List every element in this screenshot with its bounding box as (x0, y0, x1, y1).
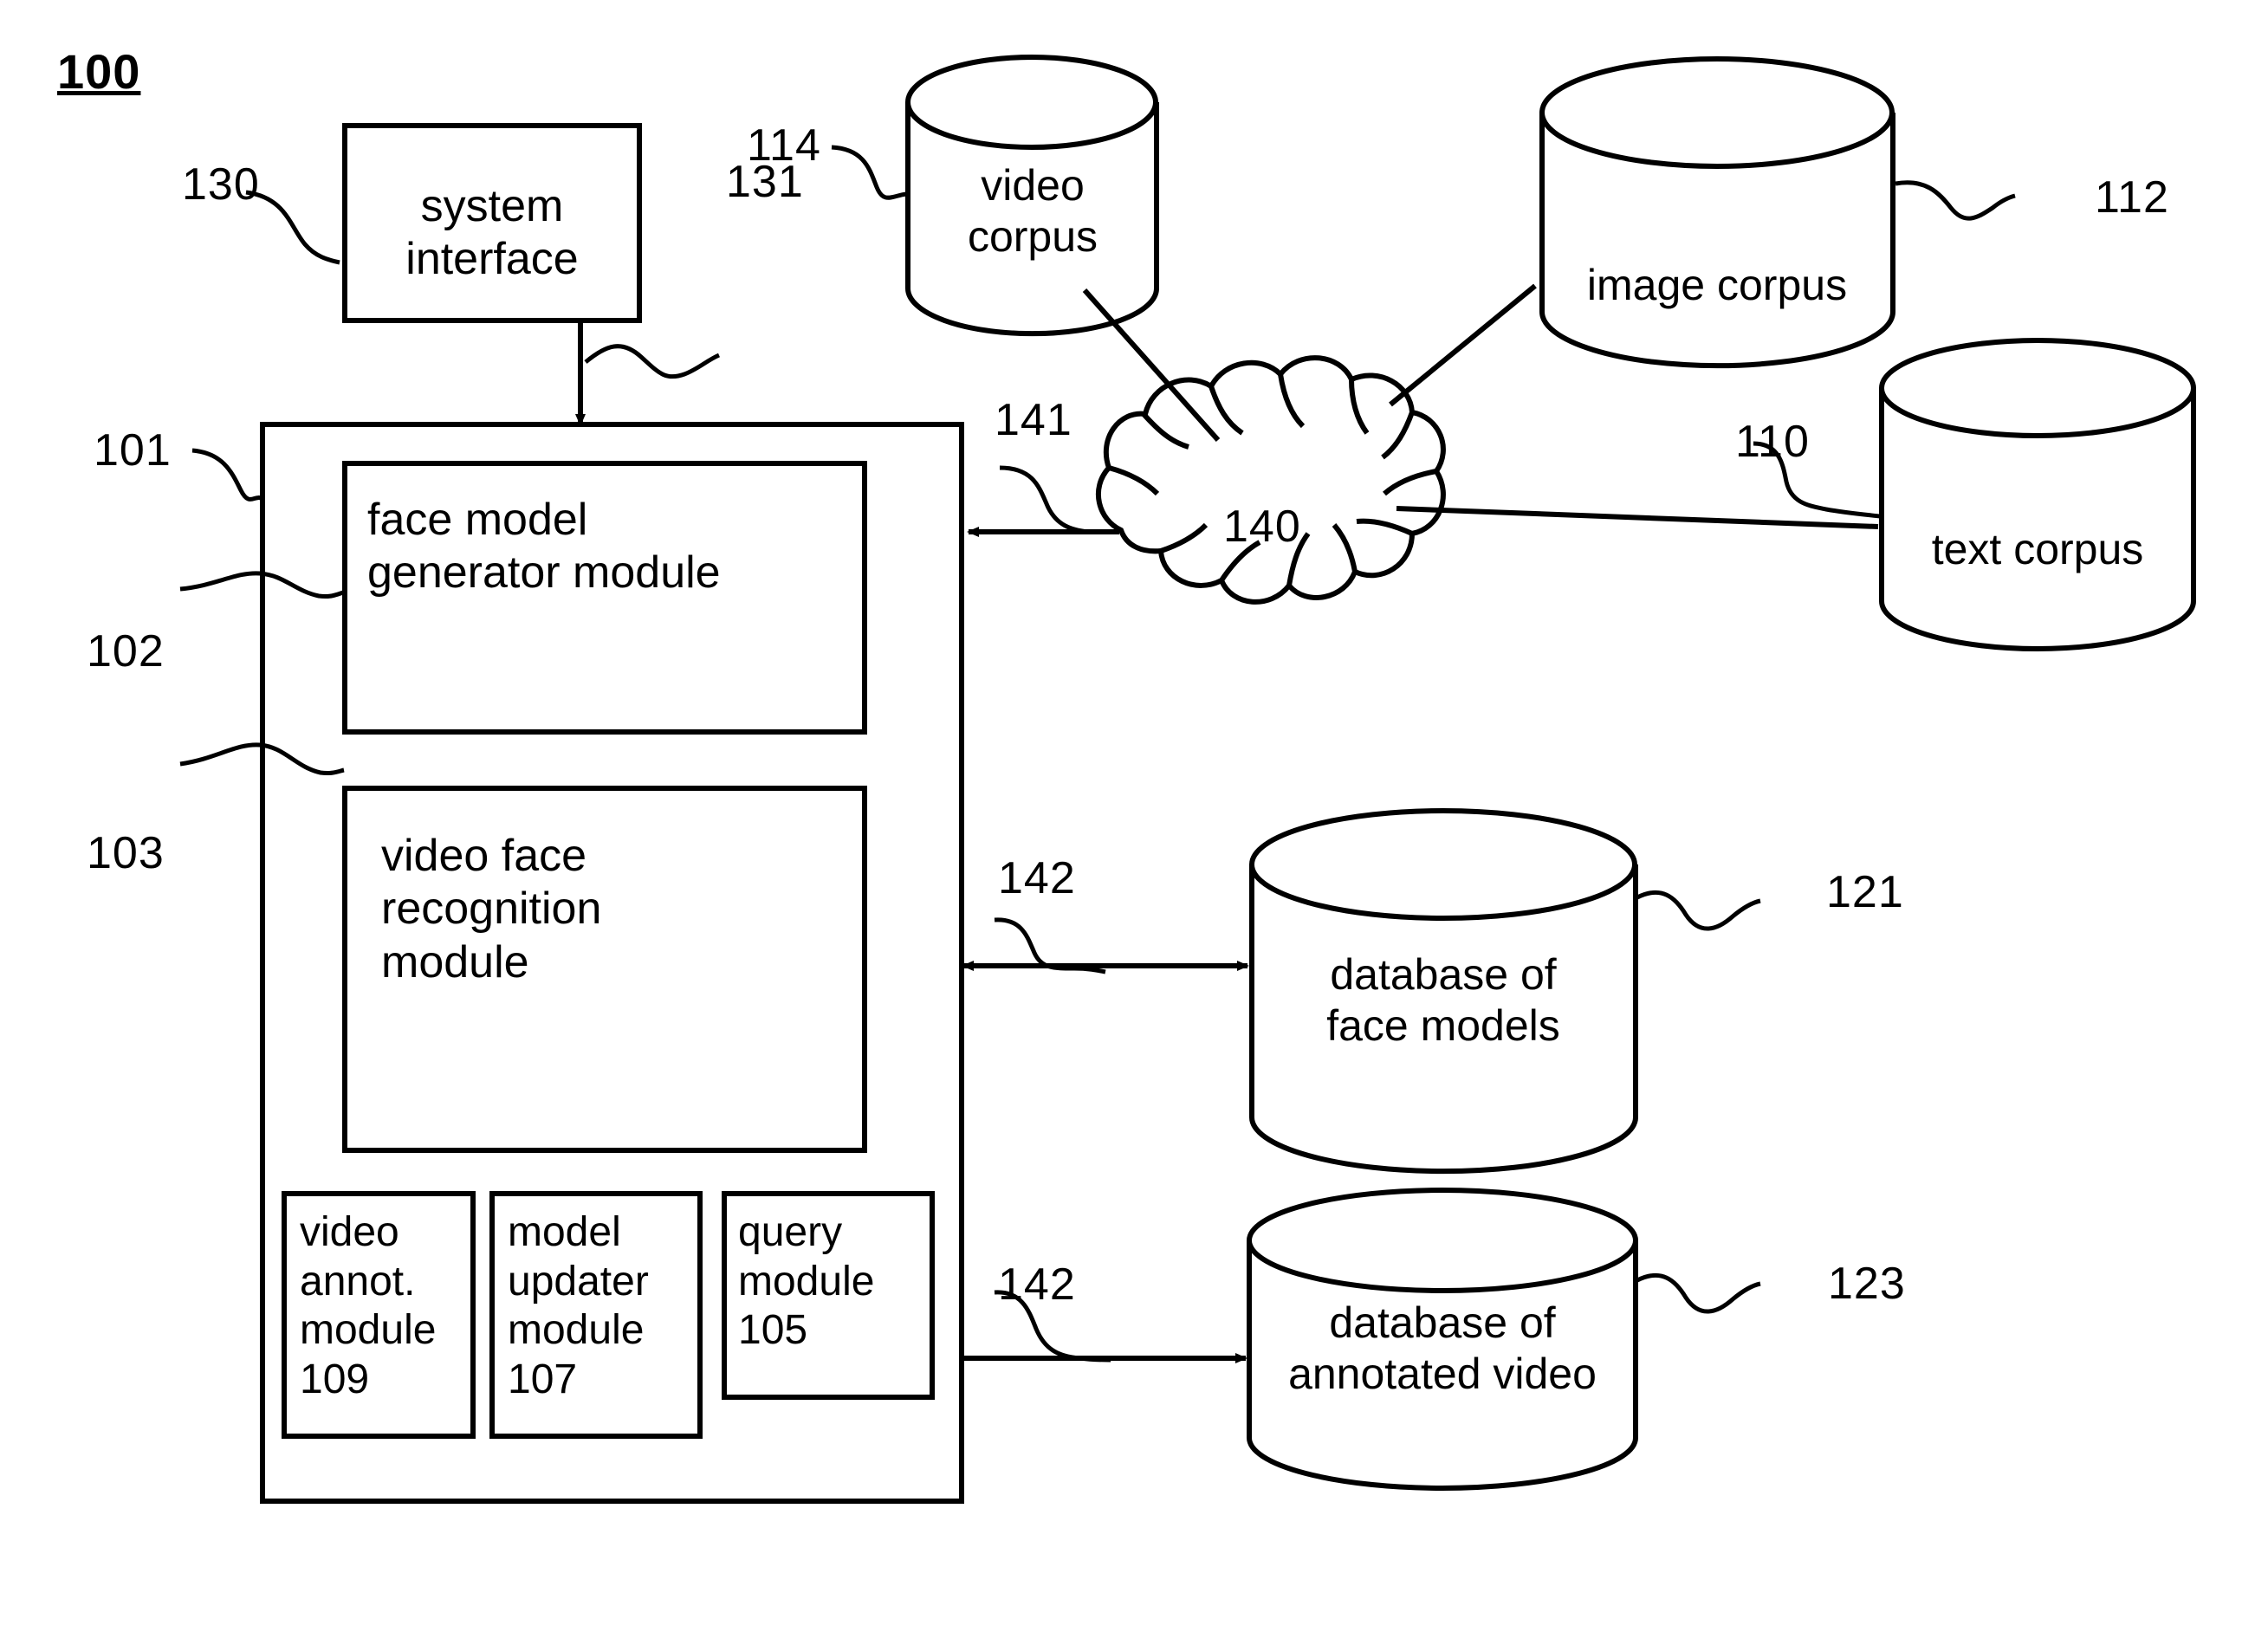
leader-line-112 (1895, 180, 2016, 221)
text-corpus-cylinder (1879, 338, 2196, 651)
ref-num-103: 103 (87, 828, 165, 878)
ref-num-142-bottom: 142 (998, 1259, 1076, 1310)
leader-line-141 (999, 465, 1089, 534)
leader-line-101 (191, 448, 264, 502)
ref-num-114: 114 (747, 120, 821, 171)
query-module-label: query module 105 (738, 1209, 875, 1354)
model-updater-module-label: model updater module 107 (508, 1209, 649, 1402)
leader-line-130 (245, 190, 340, 265)
ref-num-102: 102 (87, 626, 165, 677)
ref-num-110: 110 (1735, 417, 1810, 467)
video-corpus-label: video corpus (967, 161, 1098, 261)
video-annot-module-label: video annot. module 109 (300, 1209, 437, 1402)
leader-line-121 (1636, 890, 1761, 931)
text-corpus-label: text corpus (1931, 525, 2144, 573)
link-image-corpus-to-cloud (1389, 283, 1537, 407)
image-corpus-cylinder (1539, 56, 1895, 369)
face-model-generator-label: face model generator module (367, 495, 721, 599)
cloud-label-140: 140 (1223, 502, 1301, 552)
leader-line-114 (831, 145, 907, 200)
video-face-recognition-label: video face recognition module (381, 831, 602, 987)
link-video-corpus-to-cloud (1082, 288, 1221, 442)
image-corpus-label: image corpus (1586, 261, 1848, 309)
leader-line-131 (584, 344, 721, 379)
figure-number: 100 (57, 44, 141, 99)
ref-num-112: 112 (2095, 172, 2169, 223)
system-interface-label: system interface (405, 181, 579, 285)
ref-num-130: 130 (182, 159, 260, 210)
annotated-video-db-label: database of annotated video (1288, 1298, 1597, 1398)
leader-line-123 (1636, 1273, 1761, 1314)
ref-num-101: 101 (94, 425, 172, 476)
ref-num-142-top: 142 (998, 853, 1076, 903)
ref-num-123: 123 (1828, 1259, 1906, 1309)
face-models-db-label: database of face models (1326, 950, 1560, 1050)
ref-num-121: 121 (1826, 867, 1904, 917)
patent-figure-page: 100 130 131 114 112 110 141 101 102 103 … (0, 0, 2268, 1625)
link-text-corpus-to-cloud (1396, 506, 1879, 529)
network-cloud (1095, 355, 1446, 605)
ref-num-141: 141 (995, 395, 1072, 445)
